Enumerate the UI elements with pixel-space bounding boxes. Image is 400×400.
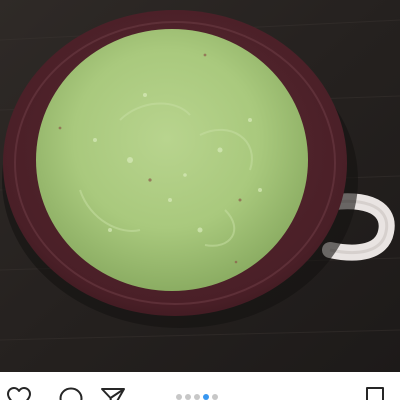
instagram-post <box>0 0 400 400</box>
paper-plane-icon[interactable] <box>100 386 126 400</box>
carousel-dot <box>194 394 200 400</box>
bookmark-outline-icon[interactable] <box>362 386 388 400</box>
carousel-dot <box>212 394 218 400</box>
post-action-bar <box>0 372 400 400</box>
carousel-dot <box>203 394 209 400</box>
soup-bowl-image <box>0 0 400 372</box>
carousel-dot <box>185 394 191 400</box>
post-photo[interactable] <box>0 0 400 372</box>
carousel-dot <box>176 394 182 400</box>
speech-bubble-icon[interactable] <box>58 386 84 400</box>
heart-outline-icon[interactable] <box>6 386 32 400</box>
carousel-indicator <box>176 394 221 400</box>
